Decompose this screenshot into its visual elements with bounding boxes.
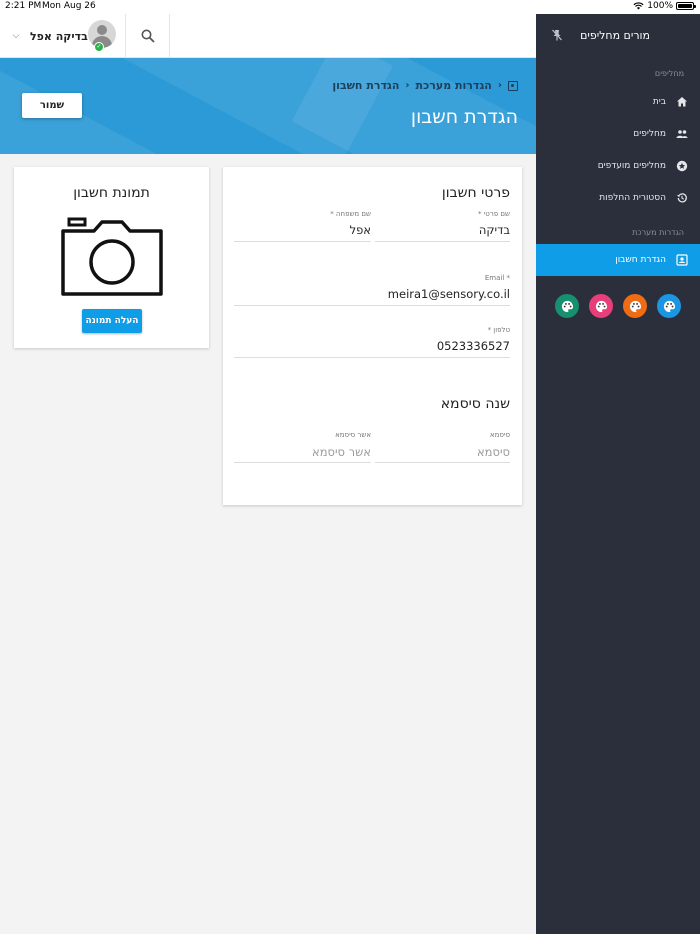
history-icon bbox=[677, 193, 687, 203]
chevron-down-icon[interactable]: ⌵ bbox=[8, 31, 24, 41]
theme-option-green[interactable] bbox=[555, 294, 579, 318]
theme-option-blue[interactable] bbox=[657, 294, 681, 318]
email-field[interactable]: Email * meira1@sensory.co.il bbox=[234, 274, 510, 306]
phone-label: טלפון * bbox=[487, 326, 510, 334]
sidebar-item-substitutes[interactable]: מחליפים bbox=[536, 118, 700, 150]
people-icon bbox=[676, 130, 688, 138]
palette-icon bbox=[629, 300, 641, 312]
star-circle-icon bbox=[676, 160, 688, 172]
sidebar-item-favorites[interactable]: מחליפים מועדפים bbox=[536, 150, 700, 182]
camera-icon bbox=[61, 217, 163, 296]
phone-value[interactable]: 0523336527 bbox=[437, 339, 510, 353]
search-button[interactable] bbox=[126, 14, 170, 58]
breadcrumb-separator-icon: ‹ bbox=[405, 80, 410, 91]
sidebar-item-label: מחליפים bbox=[633, 129, 666, 139]
sidebar-header: Pro Fill מורים מחליפים bbox=[536, 14, 700, 58]
top-toolbar: ⌵ בדיקה אפל ✓ bbox=[0, 14, 536, 58]
breadcrumb-item-settings[interactable]: הגדרות מערכת bbox=[416, 79, 492, 92]
last-name-field[interactable]: שם משפחה * אפל bbox=[234, 210, 371, 242]
first-name-value[interactable]: בדיקה bbox=[479, 223, 510, 237]
first-name-label: שם פרטי * bbox=[478, 210, 510, 218]
password-label: סיסמא bbox=[489, 431, 510, 439]
status-date: Mon Aug 26 bbox=[42, 1, 96, 11]
palette-icon bbox=[663, 300, 675, 312]
page-title: הגדרת חשבון bbox=[410, 106, 518, 128]
sidebar-item-account-settings[interactable]: הגדרת חשבון bbox=[536, 244, 700, 276]
search-icon bbox=[141, 29, 155, 43]
sidebar-item-label: מחליפים מועדפים bbox=[597, 161, 666, 171]
password-field[interactable]: סיסמא סיסמא bbox=[375, 431, 510, 463]
breadcrumb-separator-icon: ‹ bbox=[497, 80, 502, 91]
password-placeholder[interactable]: סיסמא bbox=[477, 445, 510, 459]
last-name-label: שם משפחה * bbox=[330, 210, 371, 218]
home-icon bbox=[677, 97, 687, 107]
sidebar-item-history[interactable]: הסטורית החלפות bbox=[536, 182, 700, 214]
page-header: ‹ הגדרות מערכת ‹ הגדרת חשבון הגדרת חשבון… bbox=[0, 58, 536, 154]
theme-option-orange[interactable] bbox=[623, 294, 647, 318]
phone-field[interactable]: טלפון * 0523336527 bbox=[234, 326, 510, 358]
wifi-icon bbox=[633, 2, 644, 10]
sidebar-section-substitutes: מחליפים bbox=[654, 69, 684, 78]
battery-percent: 100% bbox=[647, 1, 673, 11]
sidebar: Pro Fill מורים מחליפים מחליפים בית מחליפ… bbox=[536, 14, 700, 934]
last-name-value[interactable]: אפל bbox=[350, 223, 371, 237]
palette-icon bbox=[595, 300, 607, 312]
confirm-password-label: אשר סיסמא bbox=[335, 431, 371, 439]
user-name[interactable]: בדיקה אפל bbox=[30, 30, 88, 43]
account-box-icon bbox=[508, 80, 518, 91]
email-label: Email * bbox=[484, 274, 510, 282]
account-details-card: פרטי חשבון שם פרטי * בדיקה שם משפחה * אפ… bbox=[223, 167, 522, 505]
save-button[interactable]: שמור bbox=[22, 93, 82, 118]
upload-photo-button[interactable]: העלה תמונה bbox=[82, 309, 142, 333]
pin-off-icon[interactable] bbox=[550, 28, 564, 42]
first-name-field[interactable]: שם פרטי * בדיקה bbox=[375, 210, 510, 242]
theme-option-pink[interactable] bbox=[589, 294, 613, 318]
account-box-icon bbox=[676, 254, 688, 266]
confirm-password-field[interactable]: אשר סיסמא אשר סיסמא bbox=[234, 431, 371, 463]
account-photo-title: תמונת חשבון bbox=[73, 185, 150, 201]
brand-name: מורים מחליפים bbox=[580, 29, 650, 42]
account-details-title: פרטי חשבון bbox=[441, 185, 510, 201]
palette-icon bbox=[561, 300, 573, 312]
breadcrumb-item-account: הגדרת חשבון bbox=[332, 79, 400, 92]
theme-picker bbox=[536, 294, 700, 324]
user-menu[interactable]: ⌵ בדיקה אפל ✓ bbox=[8, 14, 126, 58]
status-right: 100% bbox=[633, 1, 696, 11]
sidebar-item-label: הגדרת חשבון bbox=[615, 255, 666, 265]
status-time: 2:21 PM bbox=[5, 1, 42, 11]
battery-icon bbox=[676, 2, 696, 10]
confirm-password-placeholder[interactable]: אשר סיסמא bbox=[312, 445, 371, 459]
breadcrumb: ‹ הגדרות מערכת ‹ הגדרת חשבון bbox=[332, 79, 518, 92]
sidebar-item-label: הסטורית החלפות bbox=[599, 193, 666, 203]
email-value[interactable]: meira1@sensory.co.il bbox=[388, 287, 510, 301]
change-password-title: שנה סיסמא bbox=[440, 396, 510, 412]
app-logo: Pro Fill bbox=[662, 25, 682, 47]
status-bar: 2:21 PM Mon Aug 26 100% bbox=[0, 0, 700, 14]
online-status-icon: ✓ bbox=[94, 42, 104, 52]
sidebar-section-system-settings: הגדרות מערכת bbox=[632, 228, 684, 237]
sidebar-item-home[interactable]: בית bbox=[536, 86, 700, 118]
sidebar-item-label: בית bbox=[652, 97, 666, 107]
battery-level bbox=[678, 4, 692, 8]
